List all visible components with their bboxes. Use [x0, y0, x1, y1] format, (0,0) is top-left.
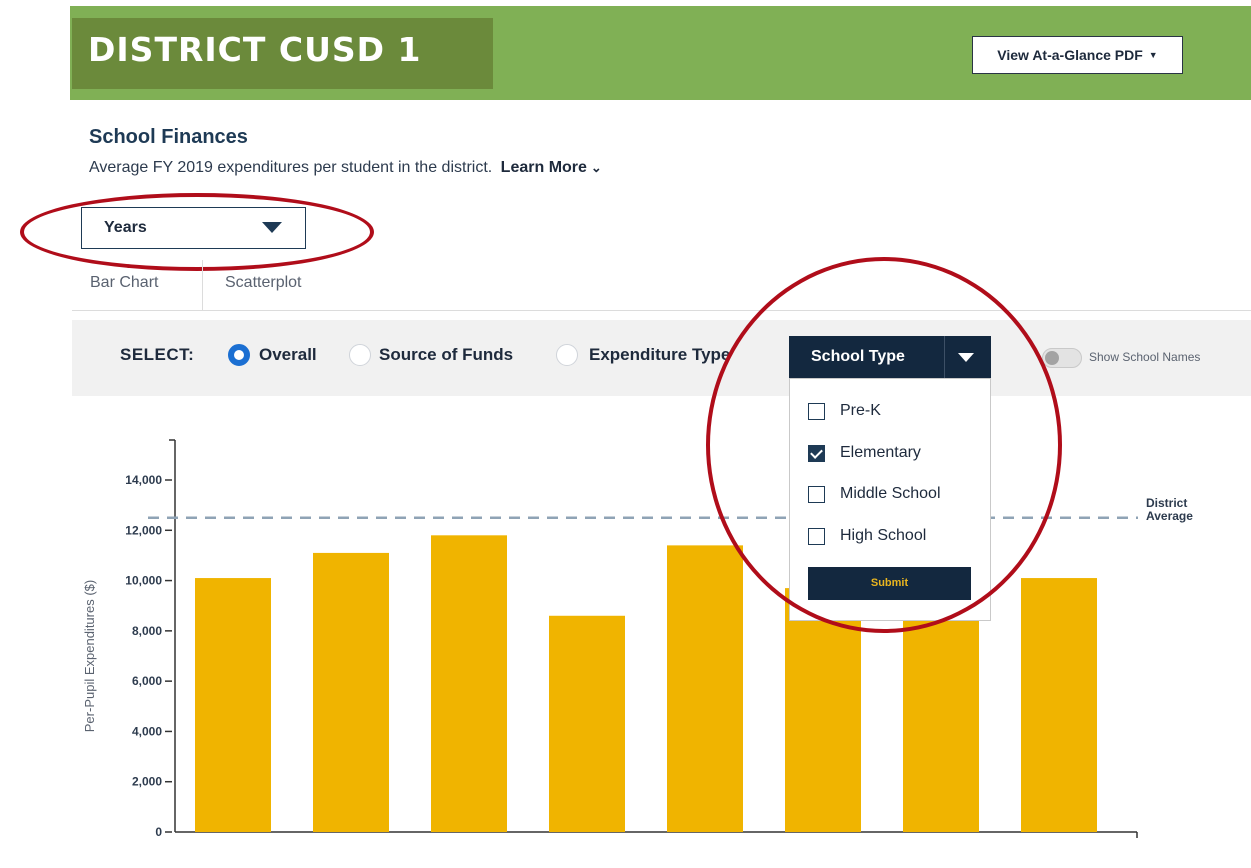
section-title: School Finances — [89, 126, 248, 148]
bar — [549, 615, 625, 832]
school-type-label: School Type — [811, 348, 905, 365]
bar — [1021, 578, 1097, 832]
checkbox-pre-k[interactable] — [808, 403, 825, 420]
checkbox-high-school[interactable] — [808, 528, 825, 545]
subtitle-text: Average FY 2019 expenditures per student… — [89, 159, 493, 176]
section-subtitle: Average FY 2019 expenditures per student… — [89, 159, 602, 177]
toggle-knob — [1045, 351, 1059, 365]
y-tick-label: 8,000 — [132, 624, 162, 638]
radio-source-of-funds-label[interactable]: Source of Funds — [379, 345, 513, 365]
y-tick-label: 12,000 — [125, 523, 162, 537]
y-axis-title: Per-Pupil Expenditures ($) — [82, 580, 97, 732]
checkbox-elementary[interactable] — [808, 445, 825, 462]
bar — [195, 578, 271, 832]
view-pdf-button[interactable]: View At-a-Glance PDF ▼ — [972, 36, 1183, 74]
y-tick-label: 0 — [155, 825, 162, 839]
submit-button[interactable]: Submit — [808, 567, 971, 600]
radio-overall-label[interactable]: Overall — [259, 345, 317, 365]
bar — [785, 588, 861, 832]
bar — [903, 588, 979, 832]
dropdown-separator — [944, 336, 945, 378]
select-label: SELECT: — [120, 345, 195, 364]
chart-tabs: Bar Chart Scatterplot — [72, 260, 1251, 311]
caret-down-icon — [262, 222, 282, 233]
y-tick-label: 4,000 — [132, 724, 162, 738]
option-label: Elementary — [840, 444, 921, 461]
tab-divider — [202, 260, 203, 310]
radio-source-of-funds[interactable] — [349, 344, 371, 366]
y-tick-label: 14,000 — [125, 473, 162, 487]
radio-overall[interactable] — [228, 344, 250, 366]
caret-down-icon: ▼ — [1148, 50, 1158, 60]
district-average-label: District Average — [1146, 497, 1193, 523]
show-school-names-toggle[interactable] — [1042, 348, 1082, 368]
learn-more-link[interactable]: Learn More ⌄ — [501, 159, 602, 176]
option-label: Pre-K — [840, 402, 881, 419]
radio-expenditure-type[interactable] — [556, 344, 578, 366]
option-label: Middle School — [840, 485, 941, 502]
option-label: High School — [840, 527, 927, 544]
district-title: DISTRICT CUSD 1 — [88, 30, 422, 69]
bar — [313, 552, 389, 832]
years-dropdown-value: Years — [104, 219, 147, 236]
select-bar: SELECT: Overall Source of Funds Expendit… — [72, 320, 1251, 396]
caret-down-icon — [958, 353, 974, 362]
view-pdf-label: View At-a-Glance PDF — [997, 47, 1143, 63]
bar — [431, 535, 507, 832]
show-school-names-label: Show School Names — [1089, 350, 1201, 364]
radio-expenditure-type-label[interactable]: Expenditure Type — [589, 345, 730, 365]
checkbox-middle-school[interactable] — [808, 486, 825, 503]
years-dropdown[interactable]: Years — [81, 207, 306, 249]
district-average-line2: Average — [1146, 509, 1193, 523]
y-tick-label: 10,000 — [125, 574, 162, 588]
school-type-dropdown[interactable]: School Type — [789, 336, 991, 378]
tab-bar-chart[interactable]: Bar Chart — [90, 274, 158, 292]
y-tick-label: 6,000 — [132, 674, 162, 688]
chevron-down-icon: ⌄ — [590, 160, 602, 175]
tab-scatterplot[interactable]: Scatterplot — [225, 274, 301, 292]
learn-more-label: Learn More — [500, 159, 587, 176]
school-type-menu: Pre-K Elementary Middle School High Scho… — [789, 378, 991, 621]
bar — [667, 545, 743, 832]
bar-chart: 0 2,000 4,000 6,000 8,000 10,000 12,000 14,000 P… — [82, 439, 1138, 839]
y-tick-label: 2,000 — [132, 775, 162, 789]
